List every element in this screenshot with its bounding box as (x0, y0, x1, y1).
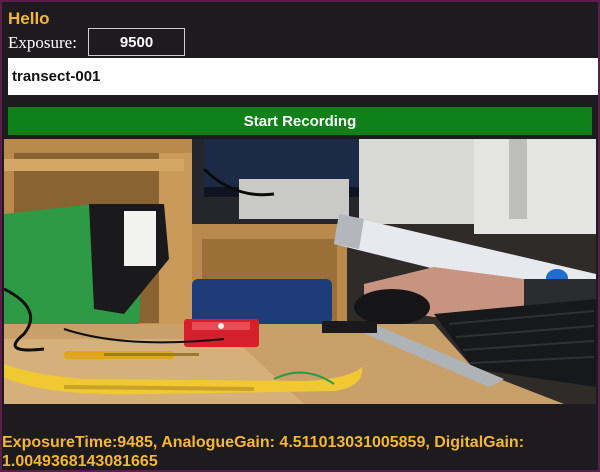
app-window: Hello Exposure: Start Recording (2, 2, 598, 470)
start-recording-button[interactable]: Start Recording (8, 107, 592, 135)
camera-status-readout: ExposureTime:9485, AnalogueGain: 4.51101… (2, 434, 525, 470)
camera-preview (4, 139, 596, 404)
exposure-label: Exposure: (8, 33, 77, 52)
page-title: Hello (8, 9, 50, 28)
exposure-input[interactable] (88, 28, 185, 56)
camera-feed-image (4, 139, 596, 404)
session-name-input[interactable] (8, 58, 598, 95)
